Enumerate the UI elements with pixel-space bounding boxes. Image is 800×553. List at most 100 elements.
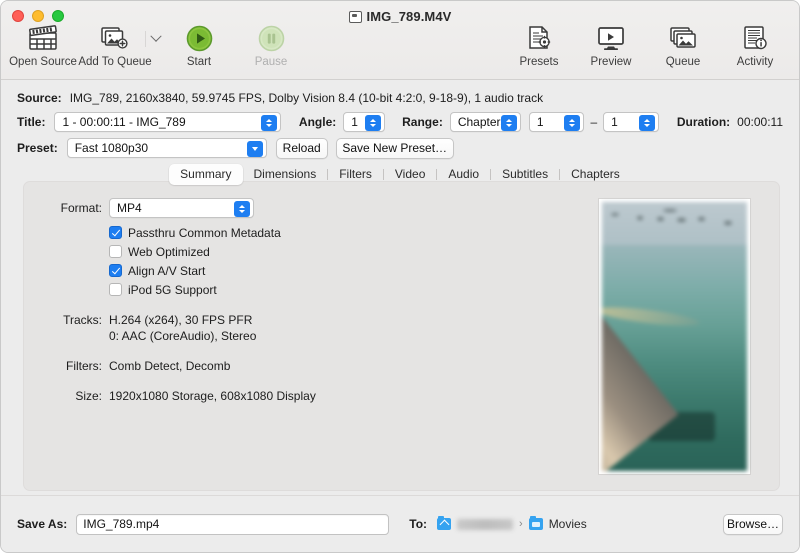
document-proxy-icon[interactable]	[348, 10, 362, 23]
checkbox-passthru-common-metadata-box[interactable]	[109, 226, 122, 239]
add-to-queue-dropdown-button[interactable]	[145, 30, 163, 47]
save-as-value: IMG_789.mp4	[83, 517, 160, 531]
clapperboard-icon	[28, 23, 58, 53]
size-label: Size:	[75, 389, 102, 403]
presets-button[interactable]: Presets	[503, 23, 575, 68]
preview-wake-line	[602, 303, 702, 330]
tab-audio[interactable]: Audio	[437, 164, 490, 185]
checkbox-align-av-start[interactable]: Align A/V Start	[109, 261, 454, 280]
preview-thumbnail[interactable]	[599, 199, 750, 474]
range-type-arrows	[500, 115, 517, 131]
checkbox-passthru-common-metadata-label: Passthru Common Metadata	[128, 225, 281, 240]
save-new-preset-button[interactable]: Save New Preset…	[335, 137, 454, 159]
play-icon	[186, 23, 213, 53]
queue-stack-icon	[669, 23, 697, 53]
tab-filters-label: Filters	[339, 167, 372, 181]
movies-folder-icon	[528, 515, 543, 530]
preset-dropdown[interactable]: Fast 1080p30	[66, 138, 267, 158]
save-as-input[interactable]: IMG_789.mp4	[76, 513, 390, 535]
info-area: Source: IMG_789, 2160x3840, 59.9745 FPS,…	[1, 87, 799, 161]
checkbox-web-optimized-label: Web Optimized	[128, 244, 210, 259]
destination-path-breadcrumb[interactable]: › Movies	[437, 515, 587, 531]
queue-button[interactable]: Queue	[647, 23, 719, 68]
checkbox-ipod-5g-support[interactable]: iPod 5G Support	[109, 280, 454, 299]
movies-folder-label: Movies	[548, 517, 587, 531]
pause-icon	[258, 23, 285, 53]
checkbox-align-av-start-box[interactable]	[109, 264, 122, 277]
preview-label: Preview	[590, 56, 632, 68]
open-source-button[interactable]: Open Source	[7, 23, 79, 68]
start-button[interactable]: Start	[163, 23, 235, 68]
range-start-dropdown[interactable]: 1	[528, 112, 585, 132]
toolbar-right-group: Presets Preview Queue Activity	[503, 23, 791, 68]
tab-video[interactable]: Video	[384, 164, 436, 185]
reload-button[interactable]: Reload	[275, 137, 328, 159]
tab-dimensions[interactable]: Dimensions	[243, 164, 328, 185]
open-source-label: Open Source	[9, 56, 77, 68]
checkbox-align-av-start-label: Align A/V Start	[128, 263, 206, 278]
presets-label: Presets	[519, 56, 559, 68]
start-label: Start	[186, 56, 212, 68]
tracks-row: Tracks: H.264 (x264), 30 FPS PFR 0: AAC …	[24, 312, 454, 344]
add-to-queue-icon	[100, 23, 130, 53]
checkbox-ipod-5g-support-label: iPod 5G Support	[128, 282, 217, 297]
tab-bar: Summary Dimensions Filters Video Audio S…	[1, 164, 799, 185]
title-dropdown-arrows	[260, 115, 277, 131]
range-start-value: 1	[536, 115, 544, 129]
source-row: Source: IMG_789, 2160x3840, 59.9745 FPS,…	[1, 87, 799, 109]
pause-button[interactable]: Pause	[235, 23, 307, 68]
tab-filters[interactable]: Filters	[328, 164, 383, 185]
toolbar-left-group: Open Source Add To Queue Start Pause	[7, 23, 307, 68]
range-type-dropdown[interactable]: Chapters	[449, 112, 521, 132]
checkbox-web-optimized-box[interactable]	[109, 245, 122, 258]
preset-row: Preset: Fast 1080p30 Reload Save New Pre…	[1, 135, 799, 161]
preview-monitor-icon	[597, 23, 625, 53]
source-label: Source:	[17, 91, 62, 105]
angle-dropdown[interactable]: 1	[343, 112, 386, 132]
filters-label: Filters:	[66, 359, 102, 373]
title-label: Title:	[17, 115, 46, 129]
reload-label: Reload	[282, 141, 321, 155]
tab-subtitles[interactable]: Subtitles	[491, 164, 559, 185]
range-label: Range:	[402, 115, 443, 129]
window-title: IMG_789.M4V	[366, 9, 452, 24]
home-folder-icon	[437, 515, 452, 530]
preview-image	[602, 202, 747, 471]
preset-label: Preset:	[17, 141, 58, 155]
tab-summary[interactable]: Summary	[169, 164, 243, 185]
format-dropdown[interactable]: MP4	[109, 198, 254, 218]
range-end-dropdown[interactable]: 1	[603, 112, 659, 132]
filters-row: Filters: Comb Detect, Decomb	[24, 358, 454, 374]
summary-checkbox-group: Passthru Common Metadata Web Optimized A…	[24, 223, 454, 299]
titlebar: IMG_789.M4V Open Source Add To Queue Sta…	[1, 1, 799, 80]
preset-dropdown-arrows	[246, 141, 263, 157]
activity-log-icon	[742, 23, 768, 53]
title-dropdown-value: 1 - 00:00:11 - IMG_789	[62, 115, 186, 129]
to-label: To:	[409, 517, 428, 531]
tracks-label: Tracks:	[63, 313, 102, 327]
checkbox-web-optimized[interactable]: Web Optimized	[109, 242, 454, 261]
tab-chapters-label: Chapters	[571, 167, 620, 181]
duration-label: Duration:	[676, 115, 731, 129]
range-end-value: 1	[611, 115, 618, 129]
preview-button[interactable]: Preview	[575, 23, 647, 68]
checkbox-ipod-5g-support-box[interactable]	[109, 283, 122, 296]
tracks-line-video: H.264 (x264), 30 FPS PFR	[109, 313, 253, 327]
tab-chapters[interactable]: Chapters	[560, 164, 631, 185]
size-value: 1920x1080 Storage, 608x1080 Display	[109, 389, 316, 403]
browse-label: Browse…	[727, 517, 780, 531]
activity-label: Activity	[736, 56, 774, 68]
title-dropdown[interactable]: 1 - 00:00:11 - IMG_789	[54, 112, 281, 132]
browse-button[interactable]: Browse…	[723, 513, 783, 535]
checkbox-passthru-common-metadata[interactable]: Passthru Common Metadata	[109, 223, 454, 242]
format-row: Format: MP4	[24, 196, 454, 220]
source-value: IMG_789, 2160x3840, 59.9745 FPS, Dolby V…	[69, 91, 544, 105]
tab-dimensions-label: Dimensions	[253, 167, 317, 181]
range-dash: –	[590, 115, 598, 129]
duration-value: 00:00:11	[737, 115, 783, 129]
home-folder-name-redacted	[457, 518, 514, 530]
add-to-queue-button[interactable]: Add To Queue	[78, 23, 152, 68]
angle-label: Angle:	[298, 115, 337, 129]
tracks-value: H.264 (x264), 30 FPS PFR 0: AAC (CoreAud…	[109, 312, 256, 344]
activity-button[interactable]: Activity	[719, 23, 791, 68]
